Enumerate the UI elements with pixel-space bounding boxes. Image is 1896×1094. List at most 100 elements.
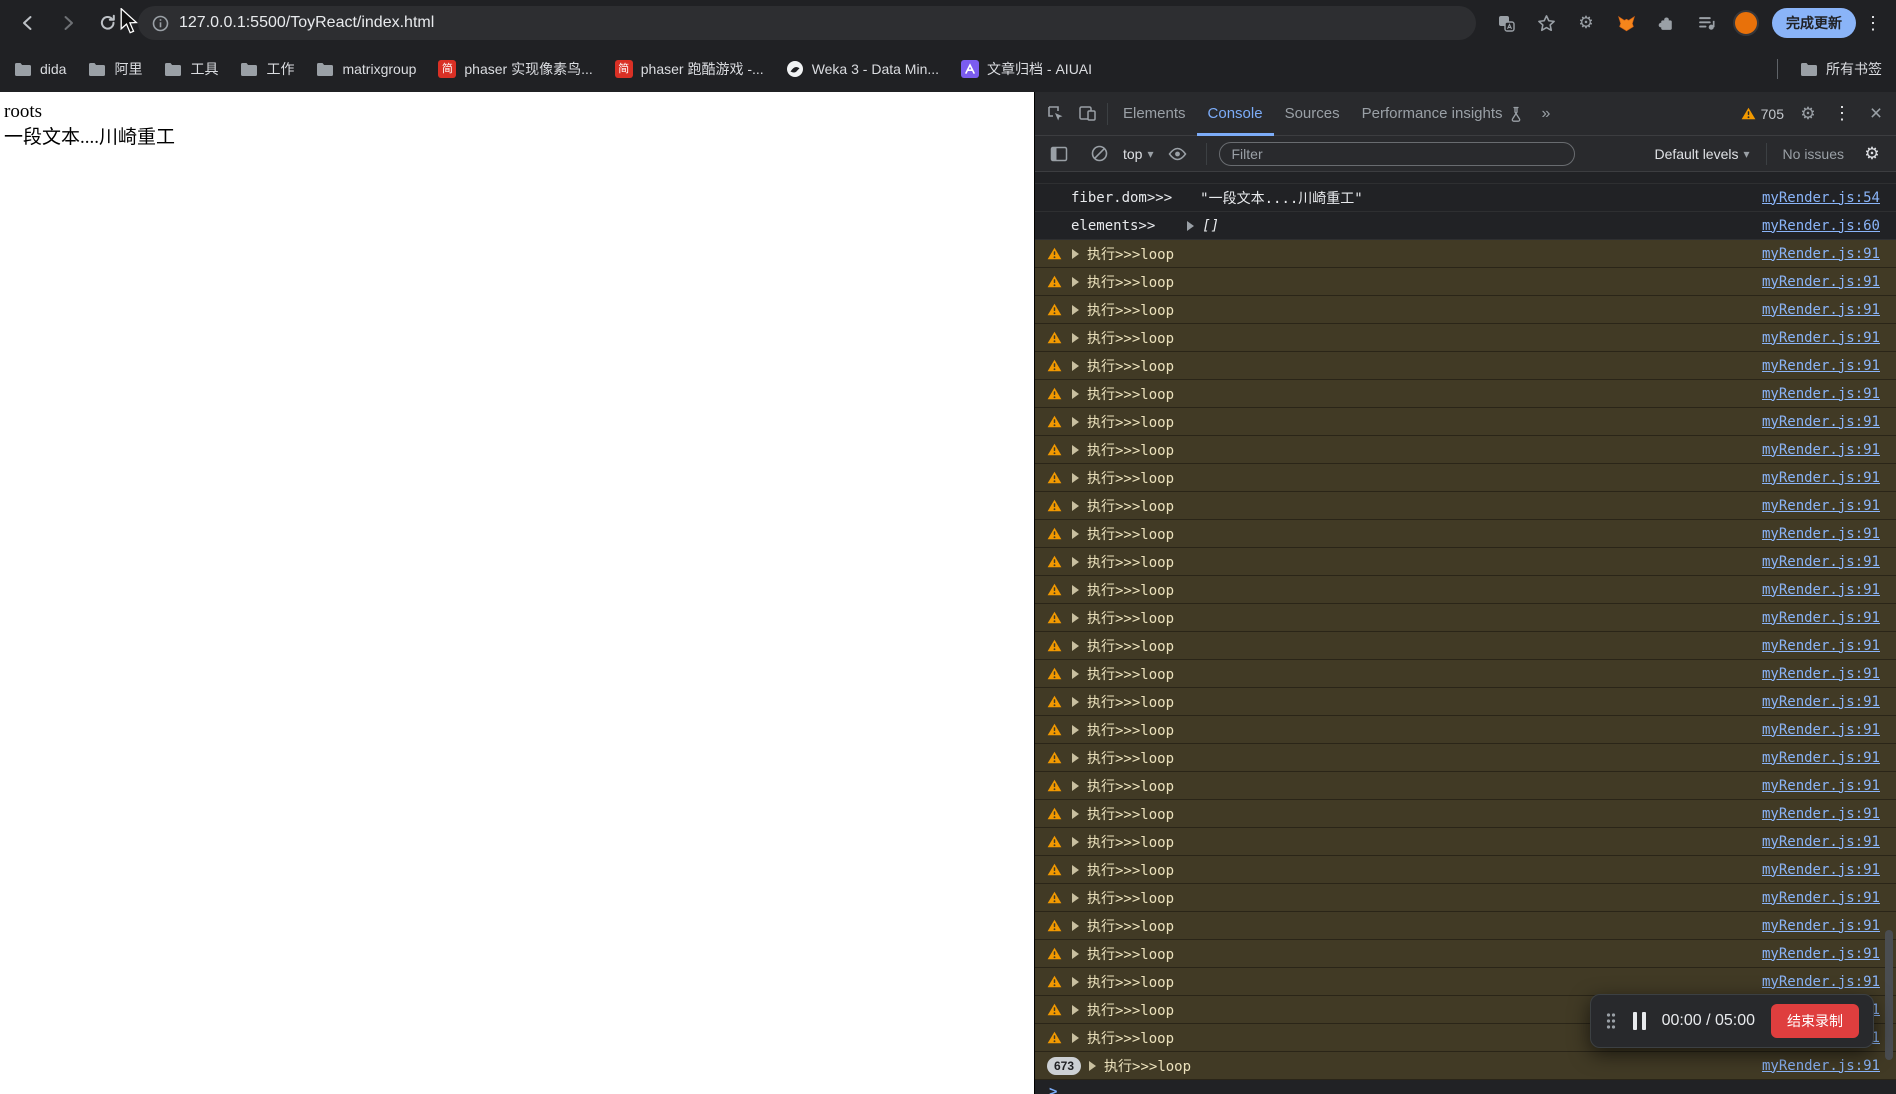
console-warning-row[interactable]: 执行>>>loop myRender.js:91	[1035, 268, 1896, 296]
expand-caret-icon[interactable]	[1072, 1032, 1079, 1043]
expand-caret-icon[interactable]	[1072, 640, 1079, 651]
expand-caret-icon[interactable]	[1072, 724, 1079, 735]
devtools-menu-kebab-icon[interactable]	[1826, 98, 1858, 130]
console-warning-row[interactable]: 执行>>>loop myRender.js:91	[1035, 492, 1896, 520]
expand-caret-icon[interactable]	[1072, 696, 1079, 707]
translate-icon[interactable]	[1488, 5, 1524, 41]
expand-caret-icon[interactable]	[1072, 1004, 1079, 1015]
source-link[interactable]: myRender.js:91	[1750, 302, 1880, 318]
source-link[interactable]: myRender.js:91	[1750, 610, 1880, 626]
console-log-row[interactable]: elements>> [] myRender.js:60	[1035, 212, 1896, 240]
console-warning-row[interactable]: 执行>>>loop myRender.js:91	[1035, 408, 1896, 436]
bookmark-folder-matrixgroup[interactable]: matrixgroup	[316, 60, 416, 78]
expand-caret-icon[interactable]	[1072, 836, 1079, 847]
console-warning-row[interactable]: 执行>>>loop myRender.js:91	[1035, 716, 1896, 744]
console-warning-row[interactable]: 执行>>>loop myRender.js:91	[1035, 296, 1896, 324]
expand-caret-icon[interactable]	[1072, 612, 1079, 623]
source-link[interactable]: myRender.js:91	[1750, 778, 1880, 794]
expand-caret-icon[interactable]	[1072, 752, 1079, 763]
expand-caret-icon[interactable]	[1072, 416, 1079, 427]
source-link[interactable]: myRender.js:91	[1750, 414, 1880, 430]
source-link[interactable]: myRender.js:91	[1750, 554, 1880, 570]
expand-caret-icon[interactable]	[1072, 668, 1079, 679]
expand-caret-icon[interactable]	[1187, 220, 1195, 231]
context-selector[interactable]: top	[1123, 146, 1154, 162]
expand-caret-icon[interactable]	[1072, 892, 1079, 903]
tab-sources[interactable]: Sources	[1274, 92, 1351, 136]
console-scrollbar-thumb[interactable]	[1885, 930, 1893, 1060]
console-settings-gear-icon[interactable]	[1856, 138, 1888, 170]
expand-caret-icon[interactable]	[1072, 248, 1079, 259]
bookmark-folder-ali[interactable]: 阿里	[88, 59, 142, 79]
source-link[interactable]: myRender.js:54	[1750, 190, 1880, 206]
expand-caret-icon[interactable]	[1072, 500, 1079, 511]
expand-caret-icon[interactable]	[1072, 304, 1079, 315]
console-warning-row[interactable]: 执行>>>loop myRender.js:91	[1035, 912, 1896, 940]
expand-caret-icon[interactable]	[1072, 864, 1079, 875]
console-prompt-row[interactable]	[1035, 1080, 1896, 1094]
pause-icon[interactable]	[1632, 1012, 1646, 1030]
reload-button[interactable]	[90, 5, 126, 41]
source-link[interactable]: myRender.js:91	[1750, 638, 1880, 654]
expand-caret-icon[interactable]	[1072, 780, 1079, 791]
bookmark-phaser-pixelbird[interactable]: 简 phaser 实现像素鸟...	[438, 59, 593, 79]
console-filter-input[interactable]	[1218, 141, 1575, 166]
expand-caret-icon[interactable]	[1072, 472, 1079, 483]
bookmark-phaser-runner[interactable]: 简 phaser 跑酷游戏 -...	[614, 59, 764, 79]
source-link[interactable]: myRender.js:91	[1750, 974, 1880, 990]
update-chrome-button[interactable]: 完成更新	[1772, 8, 1856, 38]
bookmark-weka[interactable]: Weka 3 - Data Min...	[786, 60, 939, 78]
all-bookmarks-button[interactable]: 所有书签	[1800, 59, 1882, 79]
expand-caret-icon[interactable]	[1072, 276, 1079, 287]
expand-caret-icon[interactable]	[1072, 808, 1079, 819]
extensions-puzzle-icon[interactable]	[1648, 5, 1684, 41]
source-link[interactable]: myRender.js:60	[1750, 218, 1880, 234]
source-link[interactable]: myRender.js:91	[1750, 946, 1880, 962]
expand-caret-icon[interactable]	[1072, 920, 1079, 931]
stop-recording-button[interactable]: 结束录制	[1771, 1004, 1859, 1038]
console-warning-row[interactable]: 执行>>>loop myRender.js:91	[1035, 968, 1896, 996]
recording-control-overlay[interactable]: 00:00 / 05:00 结束录制	[1589, 994, 1874, 1048]
source-link[interactable]: myRender.js:91	[1750, 694, 1880, 710]
warnings-counter[interactable]: 705	[1735, 106, 1790, 122]
live-expression-eye-icon[interactable]	[1162, 138, 1194, 170]
page-viewport[interactable]: roots 一段文本....川崎重工	[0, 92, 1034, 1094]
console-warning-row[interactable]: 执行>>>loop myRender.js:91	[1035, 324, 1896, 352]
drag-handle-icon[interactable]	[1605, 1012, 1617, 1030]
expand-caret-icon[interactable]	[1072, 388, 1079, 399]
console-warning-row[interactable]: 执行>>>loop myRender.js:91	[1035, 660, 1896, 688]
metamask-icon[interactable]	[1608, 5, 1644, 41]
console-warning-row[interactable]: 执行>>>loop myRender.js:91	[1035, 800, 1896, 828]
devtools-close-icon[interactable]	[1860, 98, 1892, 130]
source-link[interactable]: myRender.js:91	[1750, 806, 1880, 822]
profile-avatar[interactable]	[1728, 5, 1764, 41]
source-link[interactable]: myRender.js:91	[1750, 442, 1880, 458]
source-link[interactable]: myRender.js:91	[1750, 498, 1880, 514]
console-warning-row[interactable]: 执行>>>loop myRender.js:91	[1035, 856, 1896, 884]
expand-caret-icon[interactable]	[1072, 444, 1079, 455]
log-levels-dropdown[interactable]: Default levels	[1654, 146, 1749, 162]
source-link[interactable]: myRender.js:91	[1750, 918, 1880, 934]
media-controls-icon[interactable]	[1688, 5, 1724, 41]
source-link[interactable]: myRender.js:91	[1750, 890, 1880, 906]
console-warning-row[interactable]: 执行>>>loop myRender.js:91	[1035, 464, 1896, 492]
bookmark-folder-work[interactable]: 工作	[240, 59, 294, 79]
console-warning-row[interactable]: 执行>>>loop myRender.js:91	[1035, 576, 1896, 604]
console-warning-row[interactable]: 执行>>>loop myRender.js:91	[1035, 940, 1896, 968]
source-link[interactable]: myRender.js:91	[1750, 862, 1880, 878]
source-link[interactable]: myRender.js:91	[1750, 246, 1880, 262]
url-text[interactable]: 127.0.0.1:5500/ToyReact/index.html	[179, 14, 434, 32]
expand-caret-icon[interactable]	[1072, 584, 1079, 595]
source-link[interactable]: myRender.js:91	[1750, 666, 1880, 682]
source-link[interactable]: myRender.js:91	[1750, 526, 1880, 542]
device-toolbar-icon[interactable]	[1071, 98, 1103, 130]
console-output[interactable]: fiber.dom>>> "一段文本....川崎重工" myRender.js:…	[1035, 172, 1896, 1094]
console-warning-grouped-row[interactable]: 673 执行>>>loop myRender.js:91	[1035, 1052, 1896, 1080]
console-warning-row[interactable]: 执行>>>loop myRender.js:91	[1035, 352, 1896, 380]
bookmark-star-icon[interactable]	[1528, 5, 1564, 41]
browser-menu-kebab-icon[interactable]	[1860, 13, 1886, 34]
source-link[interactable]: myRender.js:91	[1750, 358, 1880, 374]
expand-caret-icon[interactable]	[1072, 556, 1079, 567]
extension-gear-icon[interactable]	[1568, 5, 1604, 41]
tab-console[interactable]: Console	[1196, 92, 1274, 136]
